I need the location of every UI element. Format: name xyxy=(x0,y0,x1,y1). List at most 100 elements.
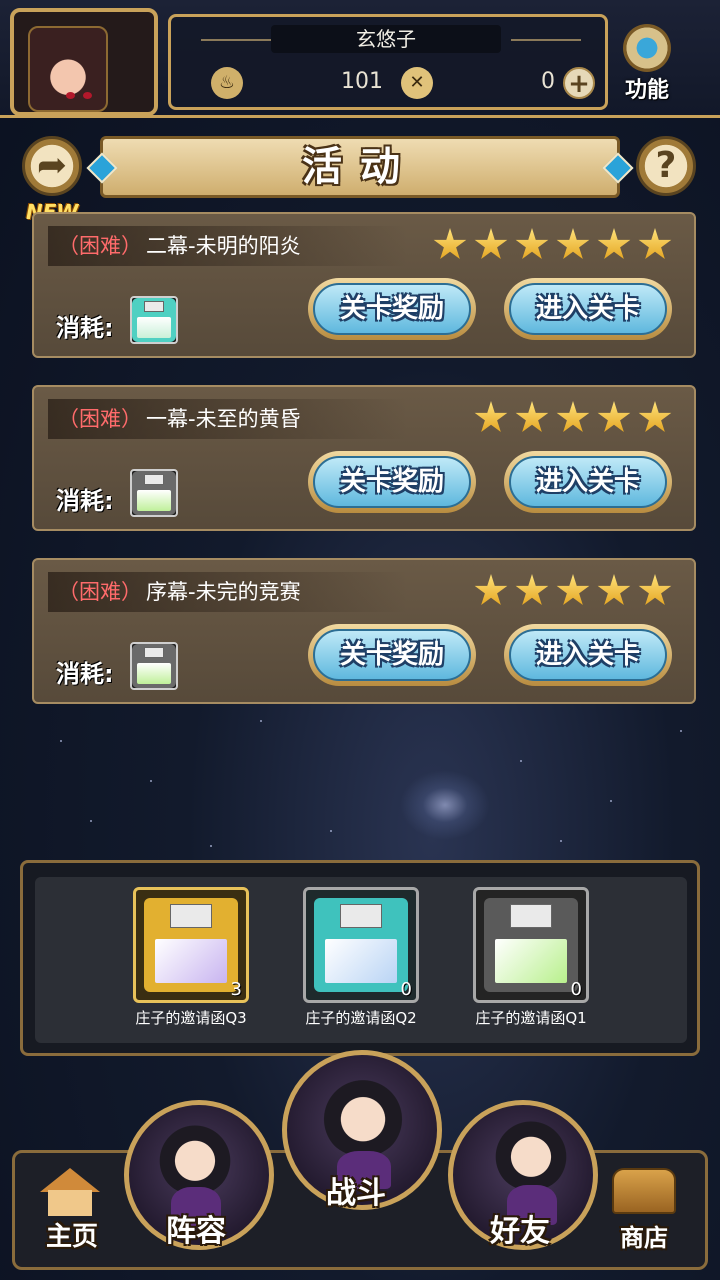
top-bar: 玄悠子 ♨ 101 ✕ 0 + 功能 xyxy=(0,0,720,118)
difficulty-tag: （困难） xyxy=(58,234,142,258)
star-icon xyxy=(638,401,672,432)
resource-row: ♨ 101 ✕ 0 + xyxy=(211,65,595,105)
home-icon[interactable] xyxy=(40,1168,100,1216)
stage-header: （困难） 二幕-未明的阳炎 xyxy=(48,226,408,266)
inventory-panel: 3 庄子的邀请函Q3 0 庄子的邀请函Q2 0 庄子的邀请函Q1 xyxy=(20,860,700,1056)
stage-card: （困难） 序幕-未完的竞赛 消耗: 关卡奖励 进入关卡 xyxy=(32,558,696,704)
nav-friends-label[interactable]: 好友 xyxy=(490,1206,550,1250)
enter-stage-label: 进入关卡 xyxy=(509,283,667,335)
stamina-icon: ♨ xyxy=(211,67,243,99)
stage-name: 一幕-未至的黄昏 xyxy=(146,407,301,431)
player-info-panel: 玄悠子 ♨ 101 ✕ 0 + xyxy=(168,14,608,110)
nav-home-label[interactable]: 主页 xyxy=(46,1216,98,1253)
enter-stage-button[interactable]: 进入关卡 xyxy=(504,278,672,340)
difficulty-tag: （困难） xyxy=(58,407,142,431)
enter-stage-label: 进入关卡 xyxy=(509,456,667,508)
floppy-disk-icon xyxy=(130,642,178,690)
enter-stage-label: 进入关卡 xyxy=(509,629,667,681)
item-count: 3 xyxy=(230,979,242,1000)
item-count: 0 xyxy=(570,979,582,1000)
gear-icon xyxy=(623,24,671,72)
cost-label: 消耗: xyxy=(56,314,114,342)
character-portrait xyxy=(321,1073,405,1157)
star-icon xyxy=(515,574,549,605)
star-icon xyxy=(474,228,508,259)
back-button[interactable]: ➦ xyxy=(22,136,82,196)
player-name: 玄悠子 xyxy=(271,25,501,53)
back-arrow-icon: ➦ xyxy=(36,145,68,186)
name-divider-left xyxy=(201,39,271,41)
floppy-disk-icon xyxy=(130,296,178,344)
item-slot: 0 xyxy=(303,887,419,1003)
gem-value: 0 xyxy=(541,69,555,94)
stage-card: （困难） 二幕-未明的阳炎 消耗: 关卡奖励 进入关卡 xyxy=(32,212,696,358)
item-slot: 0 xyxy=(473,887,589,1003)
floppy-disk-icon xyxy=(130,469,178,517)
item-name: 庄子的邀请函Q3 xyxy=(135,1009,247,1027)
nav-team-label[interactable]: 阵容 xyxy=(166,1206,226,1250)
stage-reward-label: 关卡奖励 xyxy=(313,283,471,335)
item-name: 庄子的邀请函Q2 xyxy=(305,1009,417,1027)
difficulty-tag: （困难） xyxy=(58,580,142,604)
inventory-item[interactable]: 3 庄子的邀请函Q3 xyxy=(129,887,253,1027)
stage-header: （困难） 序幕-未完的竞赛 xyxy=(48,572,408,612)
floppy-disk-icon xyxy=(144,898,238,992)
item-count: 0 xyxy=(400,979,412,1000)
star-icon xyxy=(556,228,590,259)
avatar[interactable] xyxy=(28,26,108,112)
star-icon xyxy=(556,401,590,432)
star-rating xyxy=(467,401,672,437)
stage-reward-label: 关卡奖励 xyxy=(313,456,471,508)
star-rating xyxy=(467,574,672,610)
star-icon xyxy=(638,574,672,605)
inventory-item[interactable]: 0 庄子的邀请函Q1 xyxy=(469,887,593,1027)
character-portrait xyxy=(157,1119,233,1195)
butterfly-icon: ✕ xyxy=(401,67,433,99)
star-icon xyxy=(515,401,549,432)
stage-header: （困难） 一幕-未至的黄昏 xyxy=(48,399,408,439)
stage-reward-button[interactable]: 关卡奖励 xyxy=(308,278,476,340)
nav-battle-label[interactable]: 战斗 xyxy=(326,1168,386,1212)
star-icon xyxy=(597,401,631,432)
function-label: 功能 xyxy=(624,78,669,103)
inventory-item[interactable]: 0 庄子的邀请函Q2 xyxy=(299,887,423,1027)
function-button[interactable]: 功能 xyxy=(612,24,682,104)
floppy-disk-icon xyxy=(484,898,578,992)
character-portrait xyxy=(493,1115,569,1191)
add-currency-button[interactable]: + xyxy=(563,67,595,99)
nav-shop-label[interactable]: 商店 xyxy=(620,1218,668,1253)
floppy-disk-icon xyxy=(314,898,408,992)
name-divider-right xyxy=(511,39,581,41)
player-avatar-frame[interactable] xyxy=(10,8,158,116)
item-slot: 3 xyxy=(133,887,249,1003)
star-icon xyxy=(433,228,467,259)
stage-reward-button[interactable]: 关卡奖励 xyxy=(308,451,476,513)
enter-stage-button[interactable]: 进入关卡 xyxy=(504,451,672,513)
stage-reward-label: 关卡奖励 xyxy=(313,629,471,681)
help-icon: ? xyxy=(655,145,677,186)
star-icon xyxy=(515,228,549,259)
item-name: 庄子的邀请函Q1 xyxy=(475,1009,587,1027)
star-icon xyxy=(474,401,508,432)
cost-label: 消耗: xyxy=(56,487,114,515)
galaxy-glow xyxy=(400,770,490,840)
cost-label: 消耗: xyxy=(56,660,114,688)
help-button[interactable]: ? xyxy=(636,136,696,196)
star-icon xyxy=(474,574,508,605)
avatar-eyes xyxy=(66,84,102,99)
stage-name: 序幕-未完的竞赛 xyxy=(146,580,301,604)
stage-reward-button[interactable]: 关卡奖励 xyxy=(308,624,476,686)
star-icon xyxy=(597,228,631,259)
shop-chest-icon[interactable] xyxy=(612,1168,676,1214)
stage-name: 二幕-未明的阳炎 xyxy=(146,234,301,258)
star-icon xyxy=(638,228,672,259)
page-title: 活动 xyxy=(302,144,418,190)
star-icon xyxy=(597,574,631,605)
star-rating xyxy=(426,228,672,264)
stamina-value: 101 xyxy=(341,69,383,94)
star-icon xyxy=(556,574,590,605)
stage-card: （困难） 一幕-未至的黄昏 消耗: 关卡奖励 进入关卡 xyxy=(32,385,696,531)
enter-stage-button[interactable]: 进入关卡 xyxy=(504,624,672,686)
inventory-grid: 3 庄子的邀请函Q3 0 庄子的邀请函Q2 0 庄子的邀请函Q1 xyxy=(35,877,687,1043)
title-banner: 活动 xyxy=(100,136,620,198)
